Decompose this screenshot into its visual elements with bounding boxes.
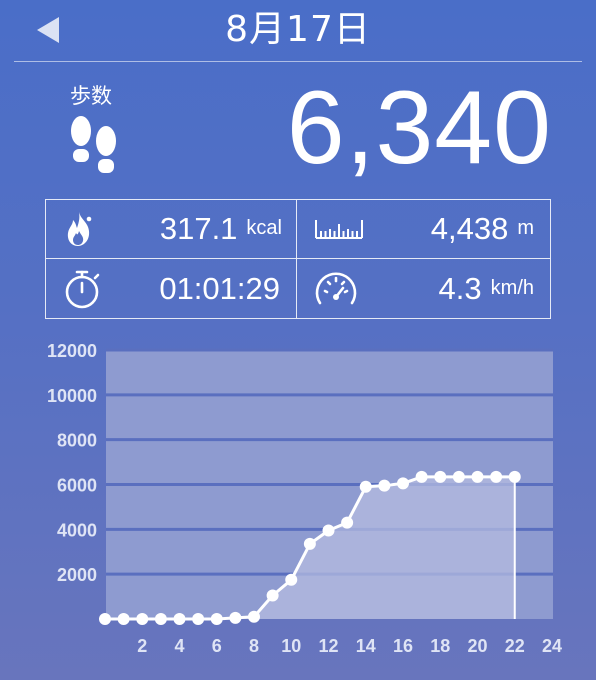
flame-icon bbox=[67, 212, 92, 246]
data-point bbox=[452, 470, 465, 483]
x-tick-label: 6 bbox=[212, 636, 222, 656]
y-tick-label: 10000 bbox=[47, 386, 97, 406]
header-divider bbox=[14, 61, 582, 62]
data-point bbox=[322, 524, 335, 537]
header: 8月17日 bbox=[0, 0, 596, 62]
hourly-steps-chart: 12000 10000 8000 6000 4000 2000 2 4 6 8 10 12 14 16 18… bbox=[0, 330, 596, 680]
data-point bbox=[415, 470, 428, 483]
chart-svg: 120001000080006000400020002 4 6 8 10 12 14 16 18… bbox=[47, 341, 562, 656]
y-tick-label: 8000 bbox=[57, 431, 97, 451]
duration-value: 01:01:29 bbox=[159, 270, 280, 306]
x-tick-label: 20 bbox=[467, 636, 487, 656]
data-point bbox=[266, 589, 279, 602]
data-point bbox=[508, 470, 521, 483]
speed-unit: km/h bbox=[490, 276, 534, 299]
calories-cell: 317.1 kcal bbox=[46, 200, 297, 259]
data-point bbox=[229, 611, 242, 624]
data-point bbox=[173, 613, 186, 625]
data-point bbox=[248, 610, 260, 623]
data-point bbox=[99, 613, 111, 625]
y-tick-label: 2000 bbox=[57, 565, 97, 585]
speed-value: 4.3 bbox=[438, 270, 482, 306]
data-point bbox=[471, 470, 484, 483]
data-point bbox=[117, 613, 130, 625]
x-tick-label: 24 bbox=[542, 636, 562, 656]
data-point bbox=[490, 470, 503, 483]
stats-grid: 317.1 kcal 4,438 m 01:01:29 4.3 km/h bbox=[45, 199, 551, 319]
calories-value: 317.1 bbox=[159, 211, 238, 246]
x-tick-label: 8 bbox=[249, 636, 259, 656]
y-tick-label: 4000 bbox=[57, 520, 97, 540]
speed-cell: 4.3 km/h bbox=[297, 259, 550, 318]
data-point bbox=[136, 613, 149, 625]
data-point bbox=[303, 537, 316, 550]
x-tick-label: 18 bbox=[430, 636, 450, 656]
distance-value: 4,438 bbox=[430, 211, 509, 246]
data-point bbox=[341, 516, 354, 529]
distance-unit: m bbox=[517, 217, 534, 239]
data-point bbox=[210, 613, 223, 625]
data-point bbox=[378, 479, 391, 492]
x-tick-label: 10 bbox=[281, 636, 301, 656]
steps-label: 歩数 bbox=[70, 84, 112, 108]
x-tick-label: 16 bbox=[393, 636, 413, 656]
stopwatch-icon bbox=[65, 270, 100, 308]
data-point bbox=[154, 613, 167, 625]
data-point bbox=[397, 477, 409, 490]
x-tick-label: 14 bbox=[356, 636, 376, 656]
calories-unit: kcal bbox=[246, 217, 282, 239]
x-tick-label: 22 bbox=[505, 636, 525, 656]
x-tick-label: 4 bbox=[174, 636, 184, 656]
steps-summary: 歩数 6,340 bbox=[0, 66, 596, 191]
ruler-icon bbox=[315, 220, 363, 239]
y-tick-label: 6000 bbox=[57, 476, 97, 496]
date-title: 8月17日 bbox=[225, 9, 371, 50]
data-point bbox=[359, 480, 372, 493]
speedometer-icon bbox=[315, 272, 357, 304]
steps-value: 6,340 bbox=[286, 70, 552, 186]
data-point bbox=[285, 573, 298, 586]
data-point bbox=[192, 613, 205, 625]
footprints-icon bbox=[71, 116, 116, 173]
x-tick-label: 12 bbox=[318, 636, 338, 656]
distance-cell: 4,438 m bbox=[297, 200, 550, 259]
duration-cell: 01:01:29 bbox=[46, 259, 297, 318]
x-tick-label: 2 bbox=[137, 636, 147, 656]
data-point bbox=[434, 470, 447, 483]
y-tick-label: 12000 bbox=[47, 341, 97, 361]
